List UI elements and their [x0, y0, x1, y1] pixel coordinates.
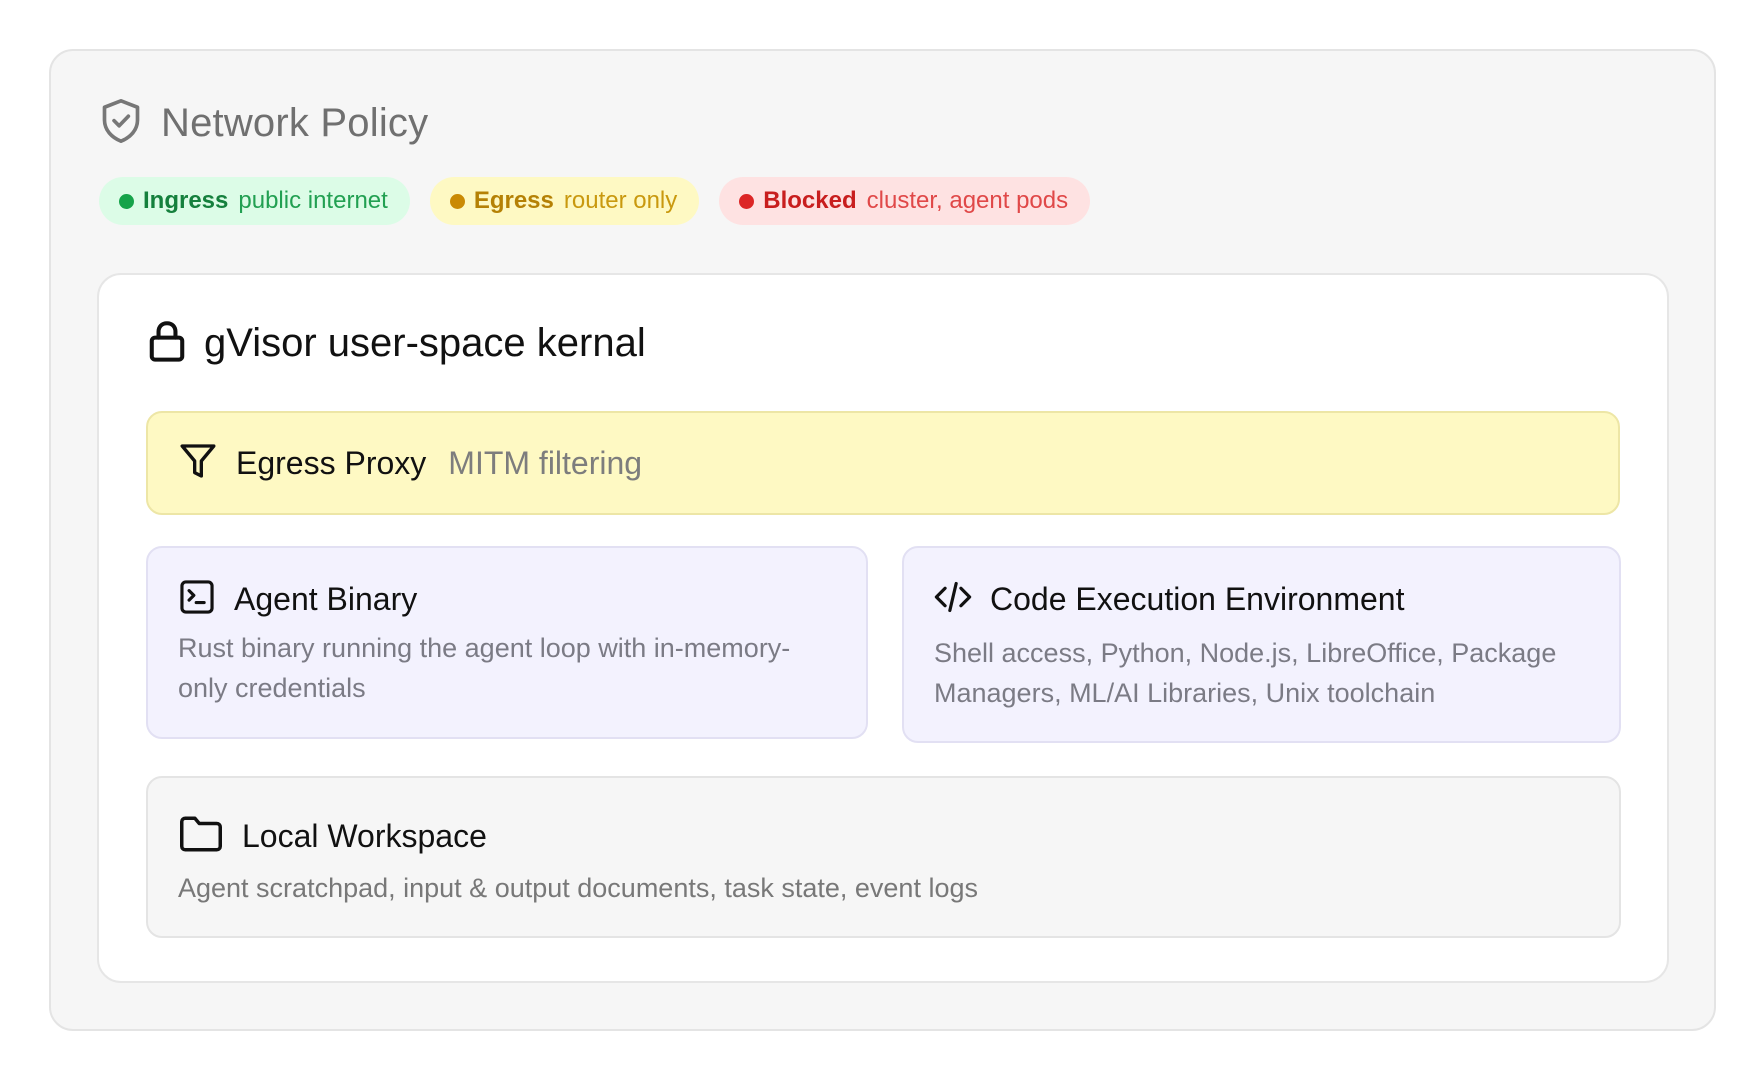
egress-proxy-desc: MITM filtering	[448, 444, 643, 481]
shield-check-icon	[99, 97, 143, 150]
folder-icon	[178, 813, 224, 860]
status-dot	[739, 193, 755, 209]
badge-value: cluster, agent pods	[866, 187, 1069, 214]
network-policy-header: Network Policy	[99, 97, 428, 150]
agent-binary-name: Agent Binary	[234, 581, 418, 617]
lock-icon	[148, 319, 186, 368]
local-workspace-header: Local Workspace	[178, 813, 487, 860]
egress-badge: Egress router only	[429, 177, 700, 225]
local-workspace-card: Local Workspace Agent scratchpad, input …	[146, 776, 1621, 938]
agent-binary-desc: Rust binary running the agent loop with …	[178, 633, 791, 703]
code-environment-desc: Shell access, Python, Node.js, LibreOffi…	[934, 638, 1557, 708]
egress-proxy-box: Egress Proxy MITM filtering	[146, 411, 1620, 515]
terminal-icon	[178, 578, 216, 621]
code-icon	[934, 578, 972, 621]
badge-key: Ingress	[143, 187, 229, 214]
code-environment-name: Code Execution Environment	[990, 581, 1405, 617]
filter-icon	[178, 441, 236, 486]
code-environment-header: Code Execution Environment	[934, 578, 1404, 621]
agent-binary-card: Agent Binary Rust binary running the age…	[146, 546, 868, 739]
badge-key: Egress	[473, 187, 554, 214]
agent-binary-header: Agent Binary	[178, 578, 417, 621]
page-title: Network Policy	[161, 101, 429, 145]
ingress-badge: Ingress public internet	[99, 177, 410, 225]
badge-key: Blocked	[763, 187, 857, 214]
sandbox-title: gVisor user-space kernal	[204, 321, 646, 365]
blocked-badge: Blocked cluster, agent pods	[719, 177, 1091, 225]
badge-value: router only	[563, 187, 678, 214]
gvisor-sandbox-panel: gVisor user-space kernal Egress Proxy MI…	[97, 273, 1669, 983]
local-workspace-desc: Agent scratchpad, input & output documen…	[178, 873, 978, 903]
policy-badges: Ingress public internet Egress router on…	[99, 177, 1091, 225]
sandbox-header: gVisor user-space kernal	[148, 319, 646, 368]
egress-proxy-name: Egress Proxy	[236, 444, 427, 481]
local-workspace-name: Local Workspace	[242, 818, 487, 854]
status-dot	[449, 193, 465, 209]
badge-value: public internet	[238, 187, 388, 214]
status-dot	[119, 193, 134, 209]
code-environment-card: Code Execution Environment Shell access,…	[902, 546, 1621, 743]
